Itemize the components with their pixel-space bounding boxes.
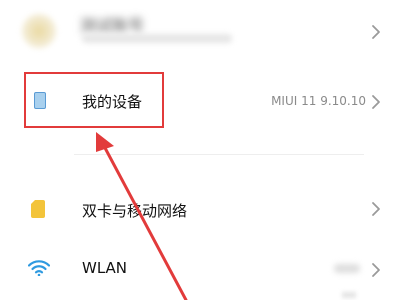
wlan-network-name-blurred (334, 264, 360, 273)
wifi-icon (27, 260, 51, 277)
miui-version-value: MIUI 11 9.10.10 (271, 94, 366, 108)
account-row[interactable]: 测试账号 (0, 0, 400, 62)
red-highlight-box (24, 72, 164, 128)
chevron-right-icon (370, 262, 382, 278)
chevron-right-icon (370, 24, 382, 40)
dual-sim-network-row[interactable] (0, 185, 400, 235)
wlan-label: WLAN (82, 259, 128, 277)
settings-screen: 测试账号 我的设备 MIUI 11 9.10.10 双卡与移动网络 WLAN (0, 0, 400, 300)
account-name: 测试账号 (80, 16, 145, 35)
dual-sim-network-label: 双卡与移动网络 (82, 202, 188, 220)
avatar-icon (22, 14, 56, 48)
sim-card-icon (31, 200, 45, 218)
section-divider (74, 154, 364, 155)
chevron-right-icon (370, 201, 382, 217)
chevron-right-icon (370, 94, 382, 110)
blurred-mark (342, 292, 356, 298)
account-subtitle-blurred (82, 34, 232, 43)
